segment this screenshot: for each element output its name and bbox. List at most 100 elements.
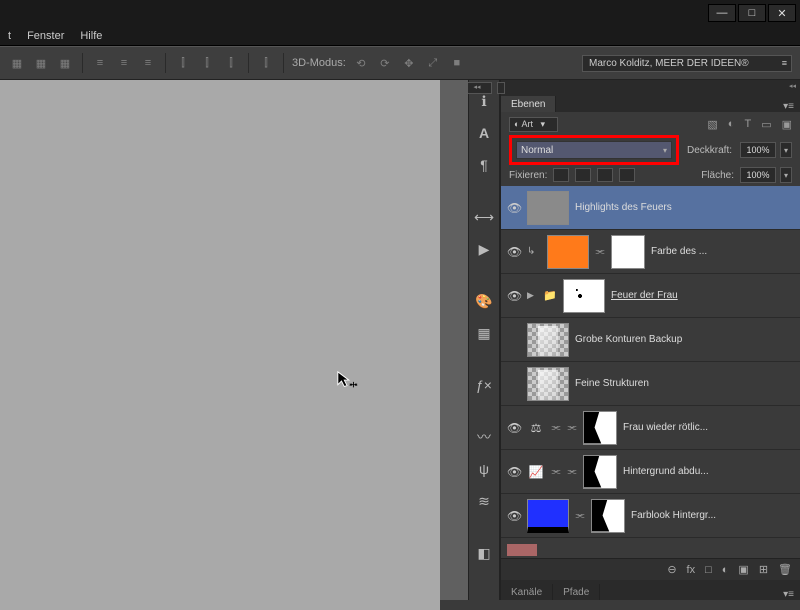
layer-name-label[interactable]: Frau wieder rötlic... [623, 422, 794, 433]
tab-kanale[interactable]: Kanäle [501, 584, 553, 600]
group-icon[interactable]: ▣ [738, 563, 748, 576]
3d-icon[interactable]: ⤢ [424, 54, 442, 72]
layer-thumbnail[interactable] [527, 191, 569, 225]
layer-thumbnail[interactable] [527, 499, 569, 533]
layer-row[interactable]: 👁⚖⫘⫘Frau wieder rötlic... [501, 406, 800, 450]
distribute-icon[interactable]: ⫿ [222, 54, 240, 72]
layer-mask-thumbnail[interactable] [583, 411, 617, 445]
layer-mask-thumbnail[interactable] [591, 499, 625, 533]
info-icon[interactable]: ℹ [474, 92, 494, 110]
tab-pfade[interactable]: Pfade [553, 584, 600, 600]
play-icon[interactable]: ▶ [474, 240, 494, 258]
layer-name-label[interactable]: Farblook Hintergr... [631, 510, 794, 521]
character-icon[interactable]: A [474, 124, 494, 142]
visibility-eye-icon[interactable]: 👁 [507, 333, 521, 347]
layers-list[interactable]: 👁Highlights des Feuers👁↳⫘Farbe des ...👁▶… [501, 186, 800, 542]
3d-icon[interactable]: ⟲ [352, 54, 370, 72]
document-canvas[interactable] [0, 80, 440, 610]
visibility-eye-icon[interactable]: 👁 [507, 465, 521, 479]
layer-row[interactable]: 👁▶📁Feuer der Frau [501, 274, 800, 318]
brush-icon[interactable]: 〰 [474, 428, 494, 446]
layer-thumbnail[interactable] [527, 367, 569, 401]
expand-icon[interactable]: ▶ [527, 290, 537, 301]
visibility-eye-icon[interactable]: 👁 [507, 245, 521, 259]
layer-thumbnail[interactable] [563, 279, 605, 313]
filter-pixel-icon[interactable]: ▧ [707, 118, 717, 131]
layer-thumbnail[interactable] [527, 323, 569, 357]
layer-row[interactable]: 👁 Highlights des Feuers [501, 186, 800, 230]
mask-icon[interactable]: □ [705, 564, 712, 576]
lock-all-icon[interactable] [619, 168, 635, 182]
layer-name-label[interactable]: Highlights des Feuers [575, 202, 794, 213]
layer-name-label[interactable]: Farbe des ... [651, 246, 794, 257]
layer-row[interactable]: 👁⫘Farblook Hintergr... [501, 494, 800, 538]
distribute-icon[interactable]: ⫿ [174, 54, 192, 72]
distribute-icon[interactable]: ⫿ [198, 54, 216, 72]
opacity-stepper[interactable]: ▾ [780, 142, 792, 158]
tab-ebenen[interactable]: Ebenen [501, 96, 556, 112]
opacity-input[interactable] [740, 142, 776, 158]
menu-item-hilfe[interactable]: Hilfe [80, 30, 102, 42]
layer-row[interactable]: 👁↳⫘Farbe des ... [501, 230, 800, 274]
workspace-dropdown[interactable]: Marco Kolditz, MEER DER IDEEN® [582, 55, 792, 72]
visibility-eye-icon[interactable]: 👁 [507, 201, 521, 215]
align-icon[interactable]: ▦ [8, 54, 26, 72]
visibility-eye-icon[interactable]: 👁 [507, 421, 521, 435]
3d-icon[interactable]: ■ [448, 54, 466, 72]
3d-icon[interactable]: ✥ [400, 54, 418, 72]
layer-name-label[interactable]: Grobe Konturen Backup [575, 334, 794, 345]
layer-row[interactable]: 👁 Feine Strukturen [501, 362, 800, 406]
window-close-button[interactable]: ✕ [768, 4, 796, 22]
fill-input[interactable] [740, 167, 776, 183]
new-layer-icon[interactable]: ⊞ [759, 563, 768, 576]
visibility-eye-icon[interactable]: 👁 [507, 377, 521, 391]
clone-icon[interactable]: ≋ [474, 492, 494, 510]
lock-pixels-icon[interactable] [575, 168, 591, 182]
filter-smart-icon[interactable]: ▣ [782, 118, 792, 131]
grid-icon[interactable]: ▦ [474, 324, 494, 342]
blend-mode-dropdown[interactable]: Normal [516, 141, 672, 159]
fx-icon[interactable]: fx [687, 564, 696, 576]
canvas-area[interactable] [0, 80, 468, 600]
layer-name-label[interactable]: Feuer der Frau [611, 290, 794, 301]
align-icon[interactable]: ▦ [56, 54, 74, 72]
distribute-icon[interactable]: ≡ [139, 54, 157, 72]
adjustments-icon[interactable]: ⟷ [474, 208, 494, 226]
panel-menu-icon[interactable]: ▾≡ [777, 589, 800, 600]
lock-transparency-icon[interactable] [553, 168, 569, 182]
visibility-eye-icon[interactable]: 👁 [507, 509, 521, 523]
3d-icon[interactable]: ⟳ [376, 54, 394, 72]
filter-text-icon[interactable]: T [744, 118, 751, 131]
panel-collapse-icon[interactable] [497, 82, 505, 94]
distribute-icon[interactable]: ⫿ [257, 54, 275, 72]
layers-icon[interactable]: ◧ [474, 544, 494, 562]
window-maximize-button[interactable]: □ [738, 4, 766, 22]
menu-item[interactable]: t [8, 30, 11, 42]
filter-adjust-icon[interactable]: ◐ [728, 118, 735, 131]
styles-icon[interactable]: ƒ× [474, 376, 494, 394]
layer-row[interactable]: 👁 Grobe Konturen Backup [501, 318, 800, 362]
collapse-icon[interactable]: ◂◂ [789, 82, 796, 90]
layer-name-label[interactable]: Feine Strukturen [575, 378, 794, 389]
visibility-eye-icon[interactable]: 👁 [507, 289, 521, 303]
fill-stepper[interactable]: ▾ [780, 167, 792, 183]
menu-item-fenster[interactable]: Fenster [27, 30, 64, 42]
window-minimize-button[interactable]: — [708, 4, 736, 22]
panel-menu-icon[interactable]: ▾≡ [777, 101, 800, 112]
filter-type-dropdown[interactable]: ◐ Art ▾ [509, 117, 558, 132]
adjustment-icon[interactable]: ◐ [722, 564, 729, 576]
filter-shape-icon[interactable]: ▭ [761, 118, 771, 131]
lock-position-icon[interactable] [597, 168, 613, 182]
layer-mask-thumbnail[interactable] [611, 235, 645, 269]
layer-mask-thumbnail[interactable] [583, 455, 617, 489]
brush-settings-icon[interactable]: ψ [474, 460, 494, 478]
distribute-icon[interactable]: ≡ [91, 54, 109, 72]
paragraph-icon[interactable]: ¶ [474, 156, 494, 174]
align-icon[interactable]: ▦ [32, 54, 50, 72]
layer-name-label[interactable]: Hintergrund abdu... [623, 466, 794, 477]
link-layers-icon[interactable]: ⊖ [667, 563, 676, 576]
layer-row[interactable]: 👁📈⫘⫘Hintergrund abdu... [501, 450, 800, 494]
layer-thumbnail[interactable] [547, 235, 589, 269]
swatches-icon[interactable]: 🎨 [474, 292, 494, 310]
distribute-icon[interactable]: ≡ [115, 54, 133, 72]
